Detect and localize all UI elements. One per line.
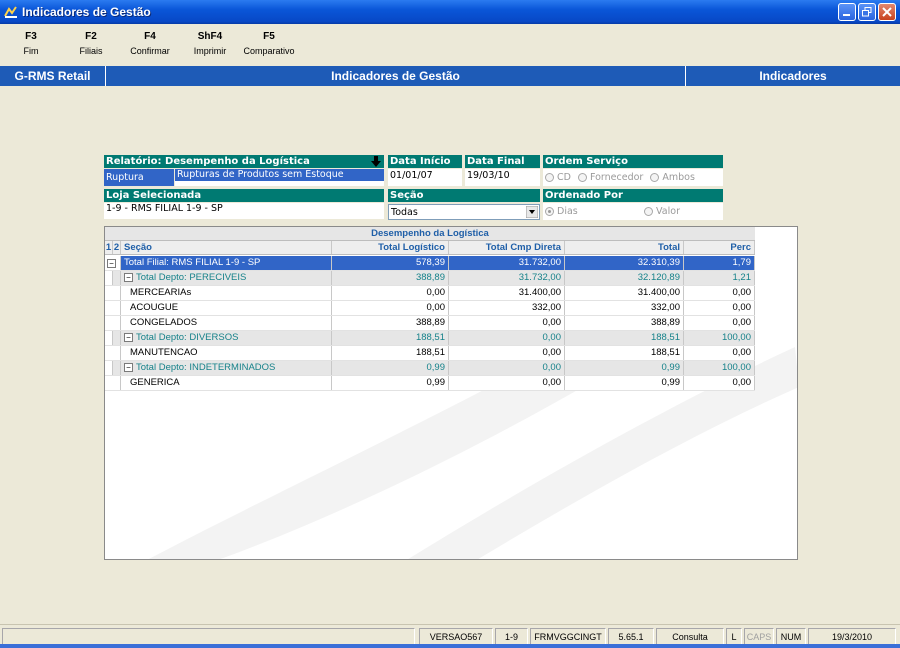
fkey-filiais[interactable]: F2 Filiais — [62, 30, 120, 62]
logistica-grid[interactable]: Desempenho da Logística 1 2 Seção Total … — [104, 226, 798, 560]
table-row[interactable]: − Total Filial: RMS FILIAL 1-9 - SP 578,… — [105, 256, 755, 271]
app-icon — [4, 6, 17, 18]
ordenado-label: Ordenado Por — [543, 189, 723, 202]
collapse-icon[interactable]: − — [107, 258, 116, 268]
ordem-servico-group: CD Fornecedor Ambos — [543, 169, 723, 186]
radio-icon — [650, 173, 660, 182]
ordem-servico-label: Ordem Serviço — [543, 155, 723, 168]
level-2-button[interactable]: 2 — [113, 241, 121, 254]
ordenado-group: Dias Valor — [543, 203, 723, 220]
level-1-button[interactable]: 1 — [105, 241, 113, 254]
close-icon — [882, 7, 892, 17]
collapse-icon[interactable]: − — [124, 272, 133, 282]
close-button[interactable] — [878, 3, 896, 21]
relatorio-type[interactable]: Ruptura — [104, 169, 174, 186]
title-bar: Indicadores de Gestão — [0, 0, 900, 24]
radio-dias[interactable]: Dias — [545, 203, 637, 220]
radio-icon — [545, 207, 554, 216]
table-row[interactable]: CONGELADOS 388,89 0,00 388,89 0,00 — [105, 316, 755, 331]
data-inicio-field[interactable]: 01/01/07 — [388, 169, 462, 186]
data-inicio-label: Data Início — [388, 155, 462, 168]
secao-label: Seção — [388, 189, 540, 202]
radio-icon — [644, 207, 654, 216]
taskbar-edge — [0, 644, 900, 648]
restore-button[interactable] — [858, 3, 876, 21]
radio-cd[interactable]: CD — [545, 169, 571, 186]
header-product: G-RMS Retail — [0, 66, 106, 86]
table-row[interactable]: − Total Depto: INDETERMINADOS 0,99 0,00 0… — [105, 361, 755, 376]
secao-select[interactable]: Todas — [388, 204, 540, 220]
data-final-field[interactable]: 19/03/10 — [465, 169, 540, 186]
table-row[interactable]: − Total Depto: DIVERSOS 188,51 0,00 188,5… — [105, 331, 755, 346]
function-key-toolbar: F3 Fim F2 Filiais F4 Confirmar ShF4 Impr… — [0, 30, 298, 62]
fkey-fim[interactable]: F3 Fim — [0, 30, 62, 62]
header-screen-title: Indicadores de Gestão — [106, 66, 686, 86]
table-row[interactable]: MERCEARIAs 0,00 31.400,00 31.400,00 0,00 — [105, 286, 755, 301]
header-section: Indicadores — [759, 69, 827, 83]
arrow-down-icon[interactable] — [371, 156, 381, 167]
radio-ambos[interactable]: Ambos — [650, 169, 695, 186]
collapse-icon[interactable]: − — [124, 332, 133, 342]
grid-title: Desempenho da Logística — [105, 227, 755, 241]
collapse-icon[interactable]: − — [124, 362, 133, 372]
table-row[interactable]: MANUTENCAO 188,51 0,00 188,51 0,00 — [105, 346, 755, 361]
relatorio-label: Relatório: Desempenho da Logística — [104, 155, 384, 168]
fkey-imprimir[interactable]: ShF4 Imprimir — [180, 30, 240, 62]
grid-header: 1 2 Seção Total Logístico Total Cmp Dire… — [105, 241, 755, 255]
col-total-cmp-direta[interactable]: Total Cmp Direta — [449, 241, 565, 254]
col-total-logistico[interactable]: Total Logístico — [332, 241, 449, 254]
window-title: Indicadores de Gestão — [22, 5, 151, 19]
fkey-confirmar[interactable]: F4 Confirmar — [120, 30, 180, 62]
loja-label: Loja Selecionada — [104, 189, 384, 202]
relatorio-list-item[interactable]: Rupturas de Produtos sem Estoque — [175, 169, 384, 181]
grid-rows: − Total Filial: RMS FILIAL 1-9 - SP 578,… — [105, 256, 755, 391]
col-perc[interactable]: Perc — [684, 241, 755, 254]
minimize-icon — [843, 14, 850, 16]
radio-icon — [577, 173, 587, 182]
minimize-button[interactable] — [838, 3, 856, 21]
radio-icon — [545, 173, 554, 182]
relatorio-list-next[interactable] — [175, 181, 384, 186]
chevron-down-icon[interactable] — [526, 206, 538, 218]
data-final-label: Data Final — [465, 155, 540, 168]
table-row[interactable]: ACOUGUE 0,00 332,00 332,00 0,00 — [105, 301, 755, 316]
fkey-comparativo[interactable]: F5 Comparativo — [240, 30, 298, 62]
table-row[interactable]: GENERICA 0,99 0,00 0,99 0,00 — [105, 376, 755, 391]
radio-valor[interactable]: Valor — [644, 203, 680, 220]
restore-icon — [862, 7, 872, 17]
col-total[interactable]: Total — [565, 241, 684, 254]
table-row[interactable]: − Total Depto: PERECIVEIS 388,89 31.732,0… — [105, 271, 755, 286]
col-secao[interactable]: Seção — [121, 241, 332, 254]
loja-field[interactable]: 1-9 - RMS FILIAL 1-9 - SP — [104, 203, 384, 219]
module-header: G-RMS Retail Indicadores de Gestão Indic… — [0, 66, 900, 86]
radio-fornecedor[interactable]: Fornecedor — [577, 169, 643, 186]
